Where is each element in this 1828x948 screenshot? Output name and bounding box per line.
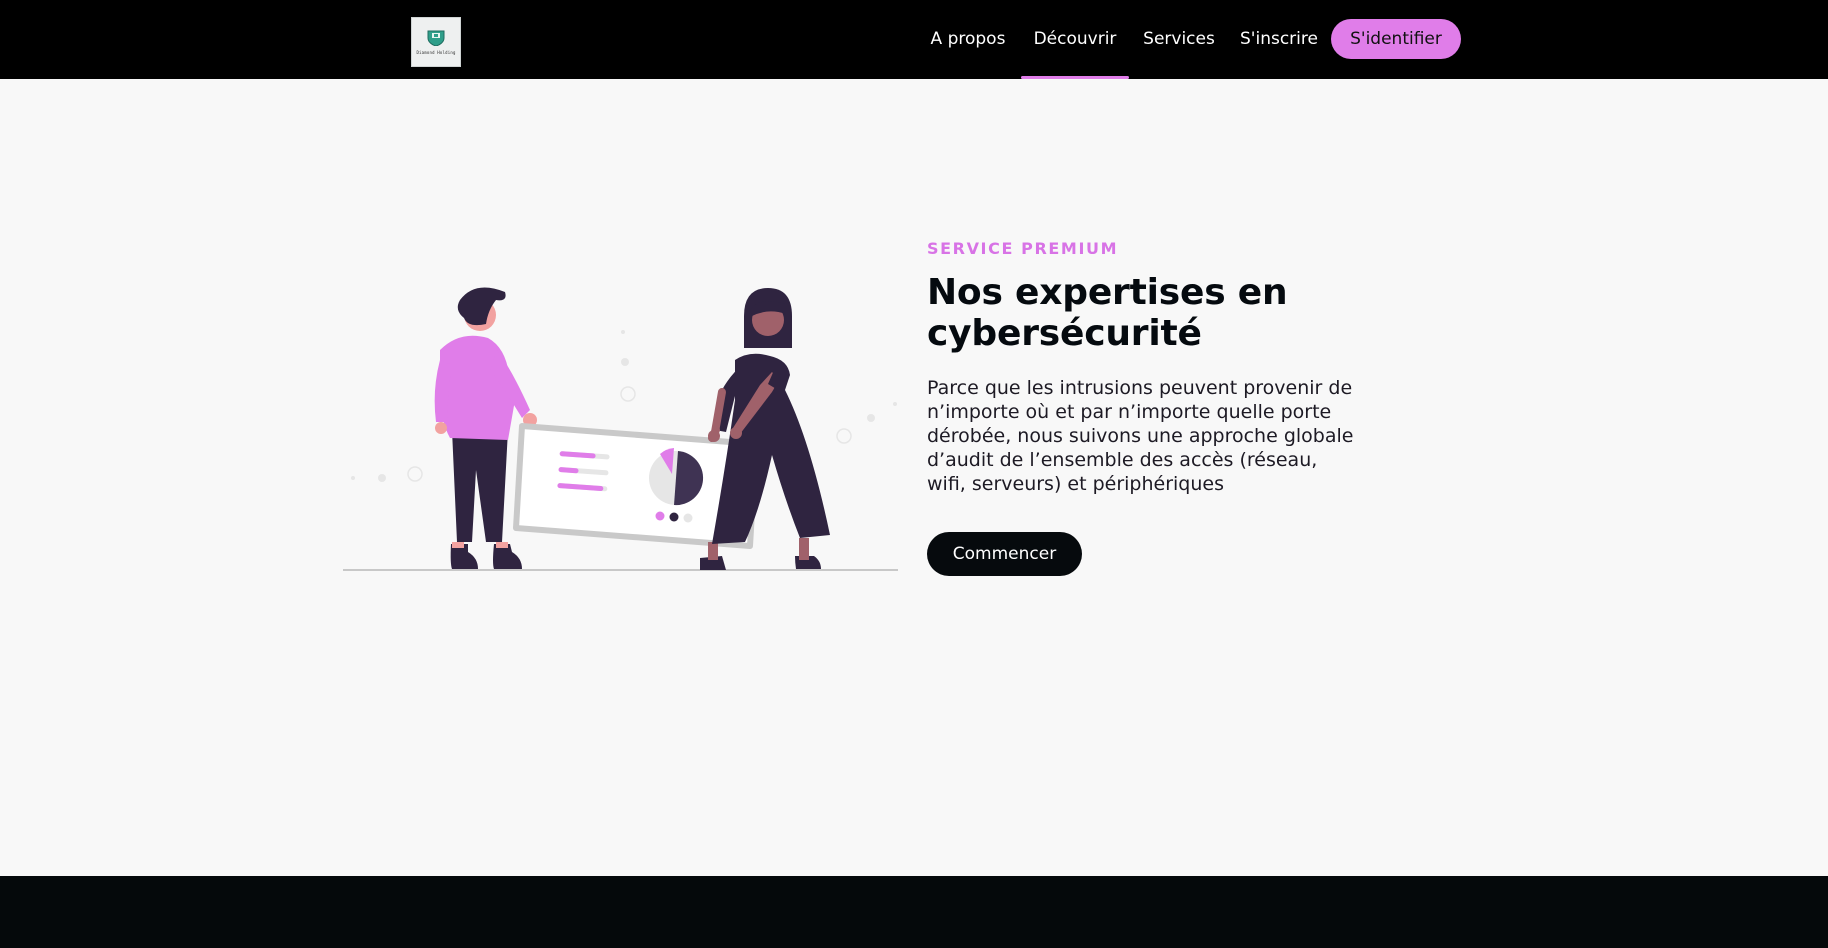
footer <box>0 876 1828 948</box>
login-button[interactable]: S'identifier <box>1331 19 1461 59</box>
hero-eyebrow: SERVICE PREMIUM <box>927 239 1119 258</box>
hero-description: Parce que les intrusions peuvent proveni… <box>927 377 1354 495</box>
nav-link-sinscrire[interactable]: S'inscrire <box>1237 0 1321 79</box>
navbar: Diamond Holding A propos Découvrir Servi… <box>0 0 1828 79</box>
people-holding-dashboard-illustration <box>343 287 898 571</box>
hero-title: Nos expertises en cybersécurité <box>927 272 1288 354</box>
shield-icon <box>427 30 445 46</box>
start-button[interactable]: Commencer <box>927 532 1082 576</box>
logo-text: Diamond Holding <box>416 49 456 55</box>
woman-figure <box>700 288 830 570</box>
nav-link-services[interactable]: Services <box>1141 0 1217 79</box>
nav-link-decouvrir[interactable]: Découvrir <box>1021 0 1129 79</box>
site-logo[interactable]: Diamond Holding <box>411 17 461 67</box>
nav-link-a-propos[interactable]: A propos <box>927 0 1009 79</box>
